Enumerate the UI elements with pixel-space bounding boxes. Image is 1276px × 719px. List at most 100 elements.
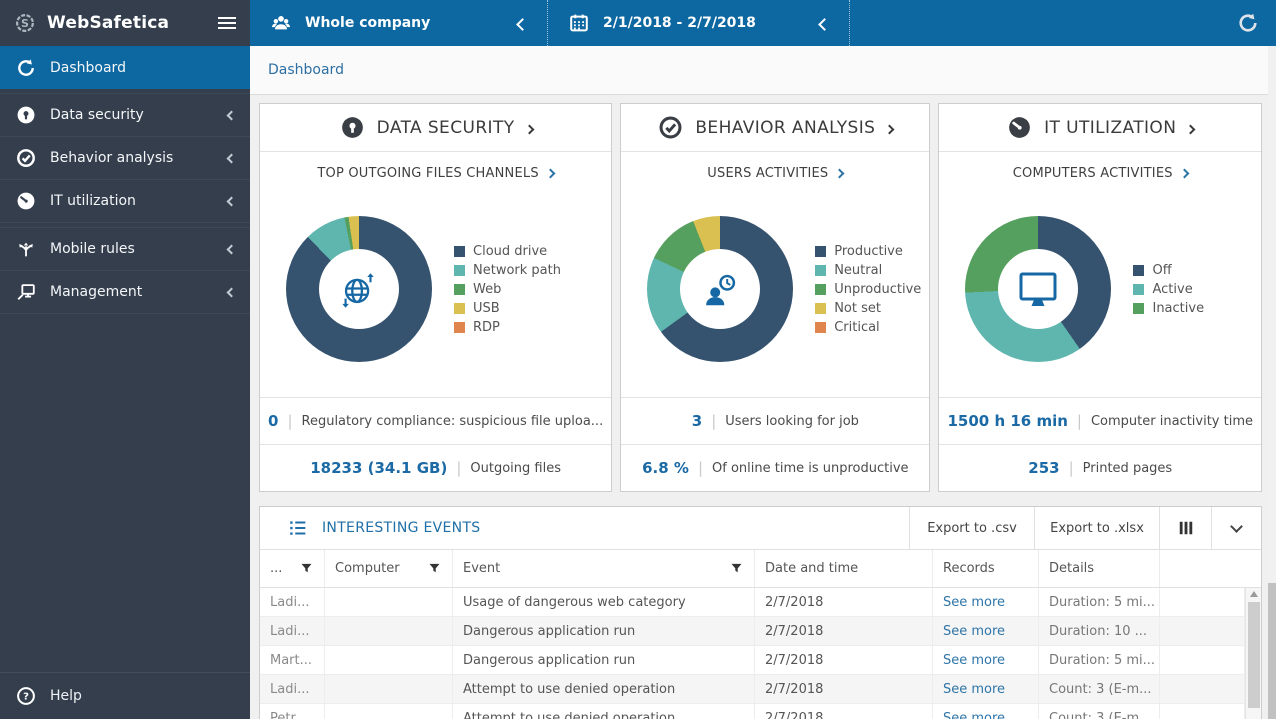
legend-marker — [815, 245, 827, 257]
management-icon — [17, 284, 35, 301]
cell-computer — [325, 588, 453, 616]
menu-toggle-icon[interactable] — [218, 14, 236, 32]
stat-label: Printed pages — [1082, 460, 1173, 476]
sidebar-item-it-utilization[interactable]: IT utilization — [0, 180, 250, 223]
chevron-right-icon — [524, 118, 534, 137]
main-area: Whole company 2/1/2018 - 2/7/2018 Dashbo… — [250, 0, 1276, 719]
cell-details: Duration: 10 ... — [1039, 617, 1160, 645]
table-scrollbar[interactable] — [1245, 588, 1261, 719]
see-more-link[interactable]: See more — [943, 624, 1005, 639]
card-subtitle-link[interactable]: COMPUTERS ACTIVITIES — [939, 166, 1261, 181]
column-settings-button[interactable] — [1159, 507, 1211, 549]
legend-item: Cloud drive — [454, 244, 561, 259]
breadcrumb-bar: Dashboard — [250, 46, 1276, 95]
cell-event: Attempt to use denied operation — [453, 704, 755, 719]
card-title: IT UTILIZATION — [1044, 117, 1177, 138]
cell-date: 2/7/2018 — [755, 704, 933, 719]
chevron-right-icon — [884, 118, 895, 137]
main-scrollbar-thumb[interactable] — [1268, 583, 1276, 719]
behavior-analysis-icon — [17, 149, 35, 167]
export-xlsx-button[interactable]: Export to .xlsx — [1034, 507, 1159, 549]
see-more-link[interactable]: See more — [943, 595, 1005, 610]
cell-records: See more — [933, 646, 1039, 674]
filter-icon[interactable] — [299, 561, 314, 576]
sidebar-item-management[interactable]: Management — [0, 271, 250, 314]
help-icon — [17, 687, 35, 705]
legend-label: Not set — [834, 300, 881, 316]
stat-value: 3 — [691, 412, 703, 430]
card-data-security-header[interactable]: DATA SECURITY — [260, 104, 612, 152]
sidebar-item-behavior-analysis[interactable]: Behavior analysis — [0, 137, 250, 180]
main-scrollbar[interactable] — [1268, 46, 1276, 719]
events-table-header: ... Computer Event Date and time Records… — [260, 550, 1261, 588]
sidebar-item-help[interactable]: Help — [0, 672, 250, 719]
legend-label: Critical — [834, 319, 880, 335]
behavior-analysis-icon — [659, 116, 682, 139]
scope-selector[interactable]: Whole company — [250, 0, 548, 46]
column-label: Event — [463, 561, 501, 576]
events-toolbar: INTERESTING EVENTS Export to .csv Export… — [260, 507, 1261, 550]
column-header-details[interactable]: Details — [1039, 550, 1160, 587]
column-label: Date and time — [765, 561, 859, 576]
donut-hole — [998, 249, 1079, 329]
collapse-panel-button[interactable] — [1211, 507, 1261, 549]
filter-icon[interactable] — [729, 561, 744, 576]
table-row: Ladi... Usage of dangerous web category … — [260, 588, 1245, 617]
cell-event: Usage of dangerous web category — [453, 588, 755, 616]
legend-item: Off — [1133, 263, 1204, 278]
stat-value: 253 — [1028, 459, 1060, 477]
scroll-up-arrow-icon[interactable] — [1249, 591, 1258, 597]
legend-marker — [815, 283, 827, 295]
sidebar-item-dashboard[interactable]: Dashboard — [0, 46, 250, 89]
column-header-date[interactable]: Date and time — [755, 550, 933, 587]
sidebar-item-data-security[interactable]: Data security — [0, 94, 250, 137]
cell-details: Count: 3 (E-m... — [1039, 704, 1160, 719]
legend-label: Active — [1152, 281, 1193, 297]
export-csv-button[interactable]: Export to .csv — [909, 507, 1034, 549]
stat-label: Users looking for job — [725, 413, 859, 429]
cell-event: Attempt to use denied operation — [453, 675, 755, 703]
column-header-records[interactable]: Records — [933, 550, 1039, 587]
sidebar-item-label: Mobile rules — [50, 241, 135, 257]
sidebar-item-label: Dashboard — [50, 59, 126, 76]
legend-label: Unproductive — [834, 281, 922, 297]
cell-user: Mart... — [260, 646, 325, 674]
mobile-rules-icon — [18, 241, 34, 258]
app-window: S WebSafetica Dashboard Data security Be… — [0, 0, 1276, 719]
donut-hole — [680, 249, 761, 329]
column-label: Computer — [335, 561, 400, 576]
see-more-link[interactable]: See more — [943, 653, 1005, 668]
events-title-row: INTERESTING EVENTS — [260, 507, 909, 549]
see-more-link[interactable]: See more — [943, 711, 1005, 719]
cell-records: See more — [933, 704, 1039, 719]
stat-value: 6.8 % — [642, 459, 689, 477]
column-header-computer[interactable]: Computer — [325, 550, 453, 587]
card-subtitle-link[interactable]: TOP OUTGOING FILES CHANNELS — [260, 166, 611, 181]
legend-item: Unproductive — [815, 282, 921, 297]
table-row: Ladi... Attempt to use denied operation … — [260, 675, 1245, 704]
chart-legend: Cloud drive Network path Web USB RDP — [454, 244, 561, 335]
refresh-button[interactable] — [1220, 0, 1276, 46]
events-table-body: Ladi... Usage of dangerous web category … — [260, 588, 1261, 719]
sidebar: S WebSafetica Dashboard Data security Be… — [0, 0, 250, 719]
sidebar-item-label: Management — [50, 284, 143, 300]
cell-date: 2/7/2018 — [755, 646, 933, 674]
see-more-link[interactable]: See more — [943, 682, 1005, 697]
chevron-right-icon — [1185, 118, 1196, 137]
table-row: Ladi... Dangerous application run 2/7/20… — [260, 617, 1245, 646]
date-range-selector[interactable]: 2/1/2018 - 2/7/2018 — [548, 0, 850, 46]
card-behavior-analysis-header[interactable]: BEHAVIOR ANALYSIS — [621, 104, 930, 152]
it-utilization-icon — [17, 192, 35, 210]
events-title: INTERESTING EVENTS — [322, 520, 481, 536]
it-utilization-icon — [1009, 117, 1030, 138]
sidebar-item-mobile-rules[interactable]: Mobile rules — [0, 228, 250, 271]
stat-row: 1500 h 16 min | Computer inactivity time — [939, 397, 1261, 444]
card-it-utilization-header[interactable]: IT UTILIZATION — [939, 104, 1261, 152]
column-header-user[interactable]: ... — [260, 550, 325, 587]
filter-icon[interactable] — [427, 561, 442, 576]
chevron-left-icon — [226, 153, 237, 163]
column-header-event[interactable]: Event — [453, 550, 755, 587]
table-scrollbar-thumb[interactable] — [1247, 602, 1260, 708]
stat-separator: | — [1068, 459, 1074, 477]
card-subtitle-link[interactable]: USERS ACTIVITIES — [621, 166, 929, 181]
